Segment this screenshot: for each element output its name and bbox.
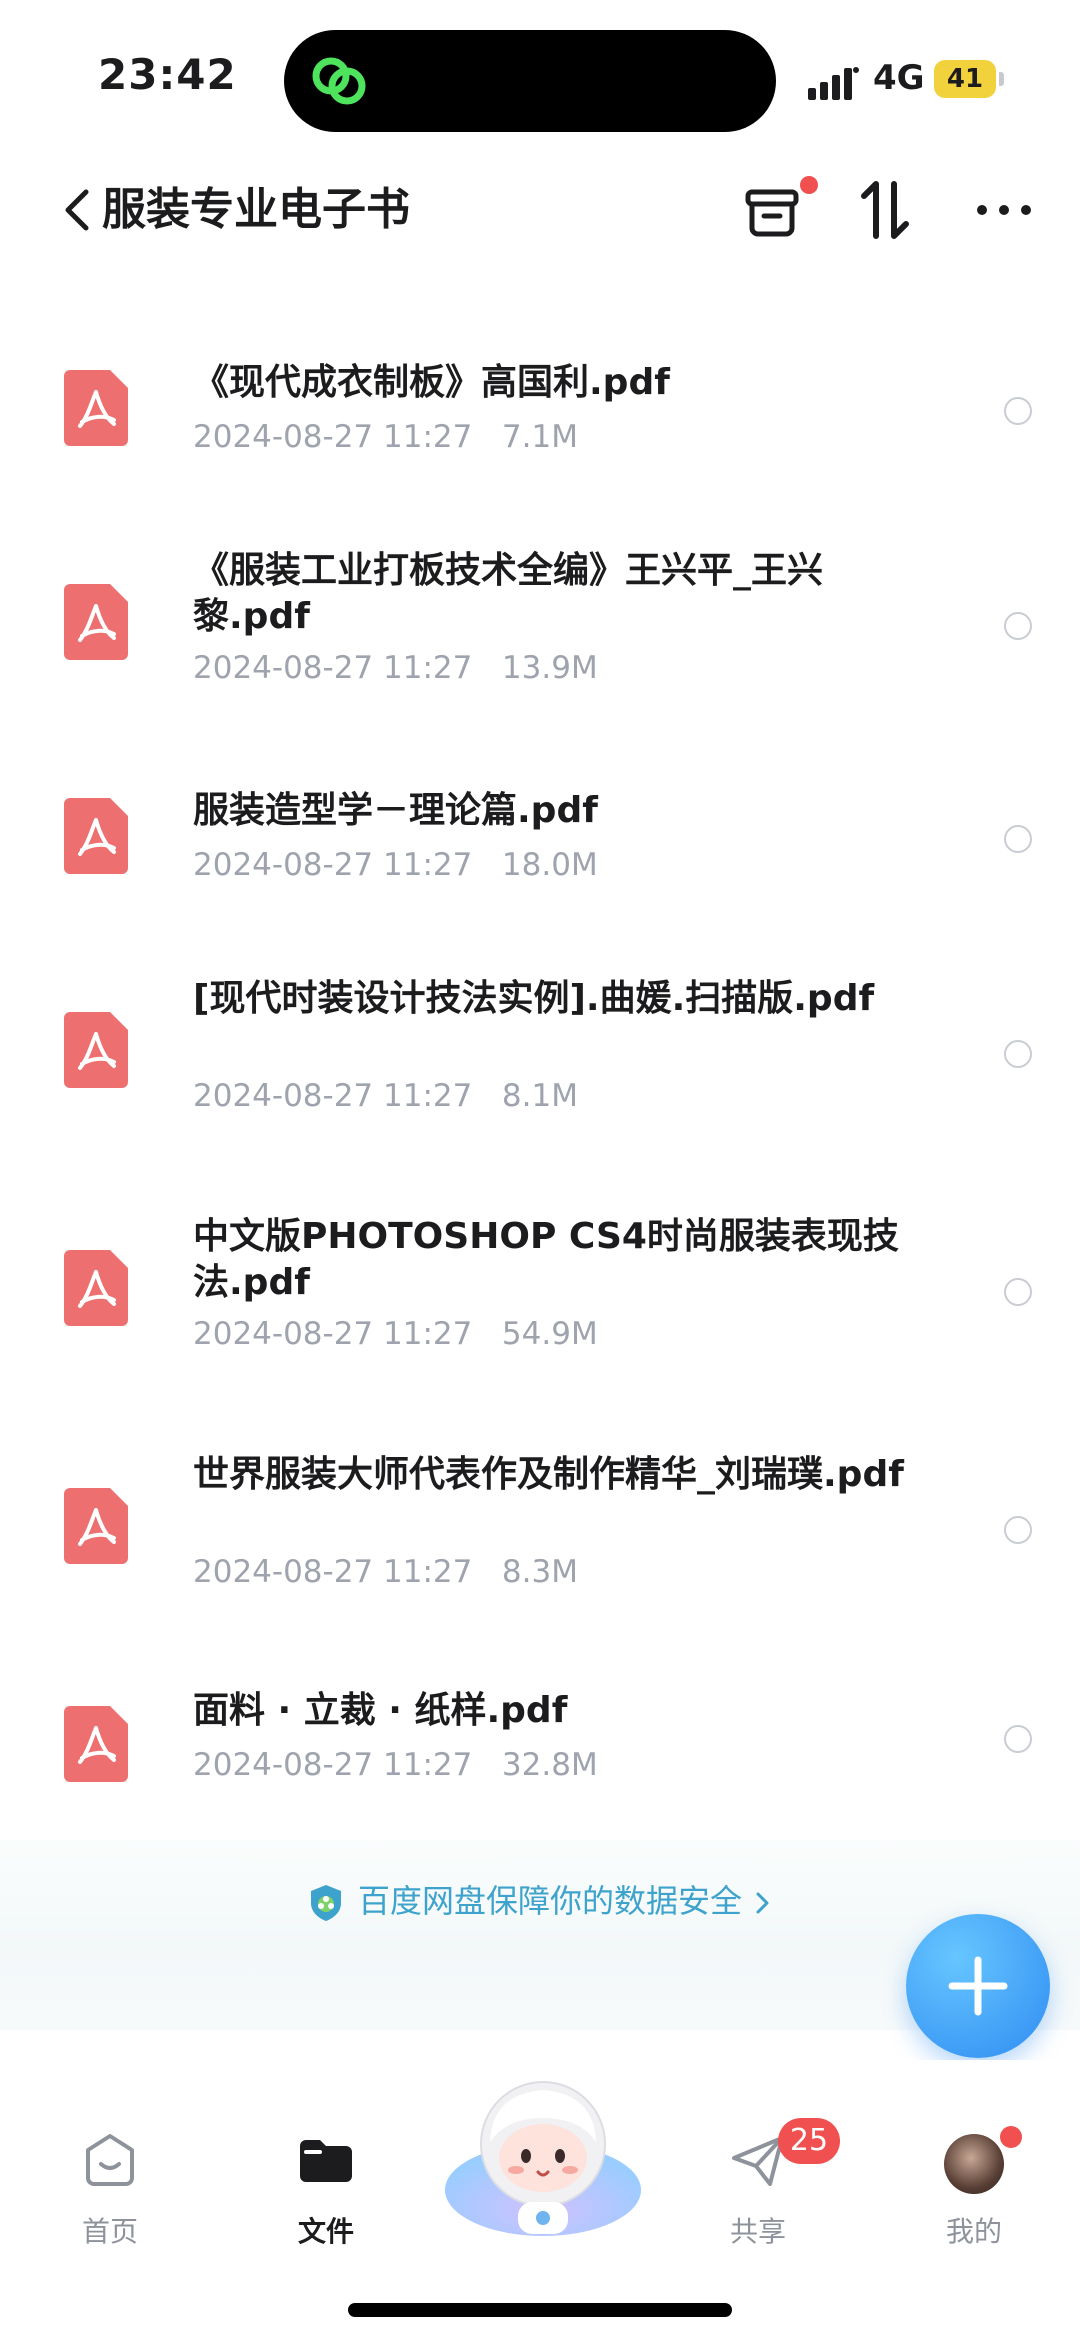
more-dots-icon[interactable] [966,172,1042,248]
header-bar: 服装专业电子书 [0,160,1080,260]
ai-assistant-mascot[interactable] [440,2072,646,2242]
file-size: 8.1M [501,1078,578,1114]
tab-home[interactable]: 首页 [40,2130,180,2260]
file-meta: 2024-08-27 11:27 7.1M [193,417,578,457]
file-name: 世界服装大师代表作及制作精华_刘瑞璞.pdf [193,1454,904,1495]
file-row[interactable]: 世界服装大师代表作及制作精华_刘瑞璞.pdf 2024-08-27 11:27 … [0,1426,1080,1646]
file-size: 13.9M [501,650,598,686]
file-name: [现代时装设计技法实例].曲媛.扫描版.pdf [193,978,875,1019]
select-radio[interactable] [1004,1516,1032,1544]
file-size: 54.9M [501,1316,598,1352]
folder-icon [300,2140,352,2182]
notification-dot [800,176,818,194]
file-size: 7.1M [501,419,578,455]
select-radio[interactable] [1004,1278,1032,1306]
select-radio[interactable] [1004,612,1032,640]
file-date: 2024-08-27 11:27 [193,650,473,686]
back-button[interactable] [56,180,100,240]
file-meta: 2024-08-27 11:27 8.1M [193,1076,578,1116]
file-name: 中文版PHOTOSHOP CS4时尚服装表现技法.pdf [193,1216,899,1303]
security-notice[interactable]: 百度网盘保障你的数据安全 [0,1876,1080,1926]
shield-icon [310,1885,341,1921]
battery-tip [999,72,1004,86]
file-row[interactable]: 服装造型学－理论篇.pdf 2024-08-27 11:27 18.0M [0,756,1080,936]
file-row[interactable]: 《现代成衣制板》高国利.pdf 2024-08-27 11:27 7.1M [0,328,1080,508]
pdf-file-icon [64,1488,128,1564]
share-count-badge: 25 [778,2118,840,2164]
file-date: 2024-08-27 11:27 [193,1078,473,1114]
file-date: 2024-08-27 11:27 [193,1554,473,1590]
battery-level: 41 [934,60,996,98]
add-button[interactable] [906,1914,1050,2058]
file-meta: 2024-08-27 11:27 8.3M [193,1552,578,1592]
notification-dot [1000,2126,1022,2148]
security-text: 百度网盘保障你的数据安全 [357,1882,742,1920]
tab-files[interactable]: 文件 [256,2130,396,2260]
link-rings-icon [312,57,366,105]
file-name: 面料 · 立裁 · 纸样.pdf [193,1690,568,1731]
file-row[interactable]: 面料 · 立裁 · 纸样.pdf 2024-08-27 11:27 32.8M [0,1664,1080,1844]
file-size: 18.0M [501,847,598,883]
file-meta: 2024-08-27 11:27 13.9M [193,648,598,688]
file-date: 2024-08-27 11:27 [193,1747,473,1783]
select-radio[interactable] [1004,397,1032,425]
file-date: 2024-08-27 11:27 [193,1316,473,1352]
home-indicator [348,2303,732,2317]
file-date: 2024-08-27 11:27 [193,419,473,455]
clock: 23:42 [98,50,237,99]
select-radio[interactable] [1004,825,1032,853]
pdf-file-icon [64,1250,128,1326]
tab-share-label: 共享 [729,2215,786,2248]
pdf-file-icon [64,1706,128,1782]
status-bar: 23:42 4G 41 [0,0,1080,150]
pdf-file-icon [64,1012,128,1088]
home-icon [86,2134,134,2186]
file-size: 8.3M [501,1554,578,1590]
file-meta: 2024-08-27 11:27 18.0M [193,845,598,885]
network-type: 4G [873,58,925,98]
file-row[interactable]: 中文版PHOTOSHOP CS4时尚服装表现技法.pdf 2024-08-27 … [0,1188,1080,1408]
file-row[interactable]: [现代时装设计技法实例].曲媛.扫描版.pdf 2024-08-27 11:27… [0,950,1080,1170]
file-size: 32.8M [501,1747,598,1783]
dynamic-island [284,30,776,132]
file-row[interactable]: 《服装工业打板技术全编》王兴平_王兴黎.pdf 2024-08-27 11:27… [0,522,1080,742]
select-radio[interactable] [1004,1040,1032,1068]
page-title: 服装专业电子书 [102,184,410,235]
file-name: 服装造型学－理论篇.pdf [193,790,598,831]
plus-icon [948,1956,1008,2016]
file-name: 《现代成衣制板》高国利.pdf [193,362,670,403]
file-date: 2024-08-27 11:27 [193,847,473,883]
chevron-right-icon [756,1892,769,1914]
file-meta: 2024-08-27 11:27 54.9M [193,1314,598,1354]
avatar[interactable] [944,2134,1004,2194]
sort-icon[interactable] [850,172,926,248]
pdf-file-icon [64,798,128,874]
tab-files-label: 文件 [297,2215,354,2248]
tab-home-label: 首页 [81,2215,138,2248]
tab-mine-label: 我的 [945,2215,1002,2248]
pdf-file-icon [64,584,128,660]
file-meta: 2024-08-27 11:27 32.8M [193,1745,598,1785]
file-name: 《服装工业打板技术全编》王兴平_王兴黎.pdf [193,550,824,637]
pdf-file-icon [64,370,128,446]
select-radio[interactable] [1004,1725,1032,1753]
signal-icon [808,67,859,100]
